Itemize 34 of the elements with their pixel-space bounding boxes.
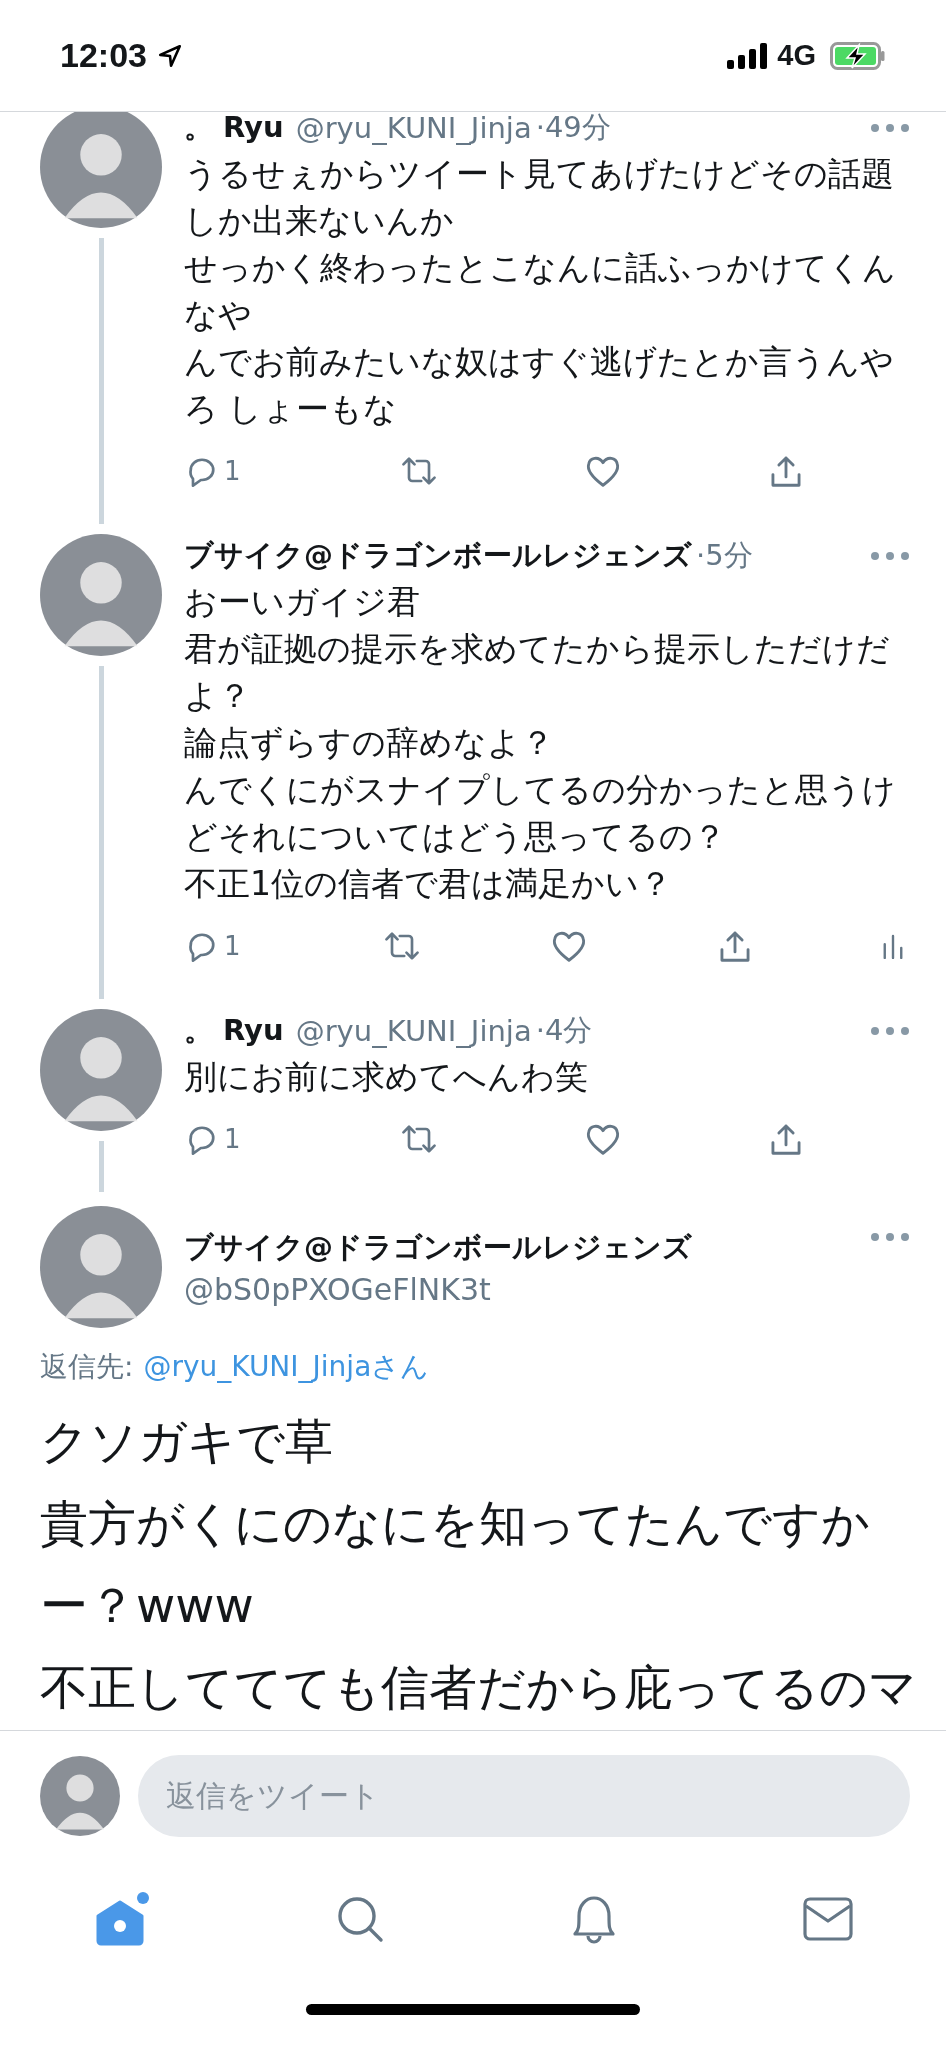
clock-time: 12:03 [60, 36, 147, 75]
user-name[interactable]: 。 Ryu [184, 112, 284, 148]
tweet-text: 別にお前に求めてへんわ笑 [184, 1056, 589, 1098]
search-icon[interactable] [335, 1894, 386, 1944]
messages-icon[interactable] [802, 1896, 855, 1942]
reply-count: 1 [224, 456, 241, 486]
avatar[interactable] [40, 1206, 162, 1328]
tweet-text: クソガキで草 貴方がくにのなにを知ってたんですか ー？www 不正しててても信者だから庇ってるのマ [40, 1412, 910, 1717]
location-arrow-icon [156, 42, 183, 69]
user-name[interactable]: 。 Ryu [184, 1011, 284, 1051]
tweet-time: ·49分 [535, 112, 611, 146]
reply-count: 1 [224, 1124, 241, 1154]
signal-icon [727, 42, 768, 69]
reply-field[interactable]: 返信をツイート [138, 1754, 910, 1837]
avatar[interactable] [40, 1755, 120, 1836]
reply-to-label: 返信先: [40, 1350, 134, 1383]
tweet-time: ·5分 [696, 537, 753, 574]
user-name[interactable]: ブサイク@ドラゴンボールレジェンズ [184, 536, 692, 576]
more-icon[interactable] [870, 1026, 910, 1036]
more-icon[interactable] [870, 1232, 910, 1242]
more-icon[interactable] [870, 551, 910, 561]
network-label: 4G [777, 39, 816, 72]
tweet-time: ·4分 [535, 1012, 593, 1049]
tweet-text: おーいガイジ君 君が証拠の提示を求めてたから提示しただけだ よ？ 論点ずらすの辞めなよ？ んでくにがスナイプしてるの分かったと思うけ どそれについてはどう思ってるの？ 不正1位の信者で君は満足かい？ [184, 581, 897, 905]
user-handle[interactable]: @ryu_KUNI_Jinja [295, 112, 532, 145]
avatar[interactable] [40, 1009, 162, 1131]
user-name[interactable]: ブサイク@ドラゴンボールレジェンズ [184, 1227, 692, 1268]
reply-count: 1 [224, 931, 241, 961]
avatar[interactable] [40, 112, 162, 228]
avatar[interactable] [40, 534, 162, 656]
user-handle[interactable]: @bS0pPXOGeFlNK3t [184, 1271, 692, 1307]
more-icon[interactable] [870, 123, 910, 133]
tweet-text: うるせぇからツイート見てあげたけどその話題 しか出来ないんか せっかく終わったとこなんに話ふっかけてくん なや んでお前みたいな奴はすぐ逃げたとか言うんや ろ しょーもな [184, 153, 897, 430]
user-handle[interactable]: @ryu_KUNI_Jinja [295, 1014, 532, 1048]
